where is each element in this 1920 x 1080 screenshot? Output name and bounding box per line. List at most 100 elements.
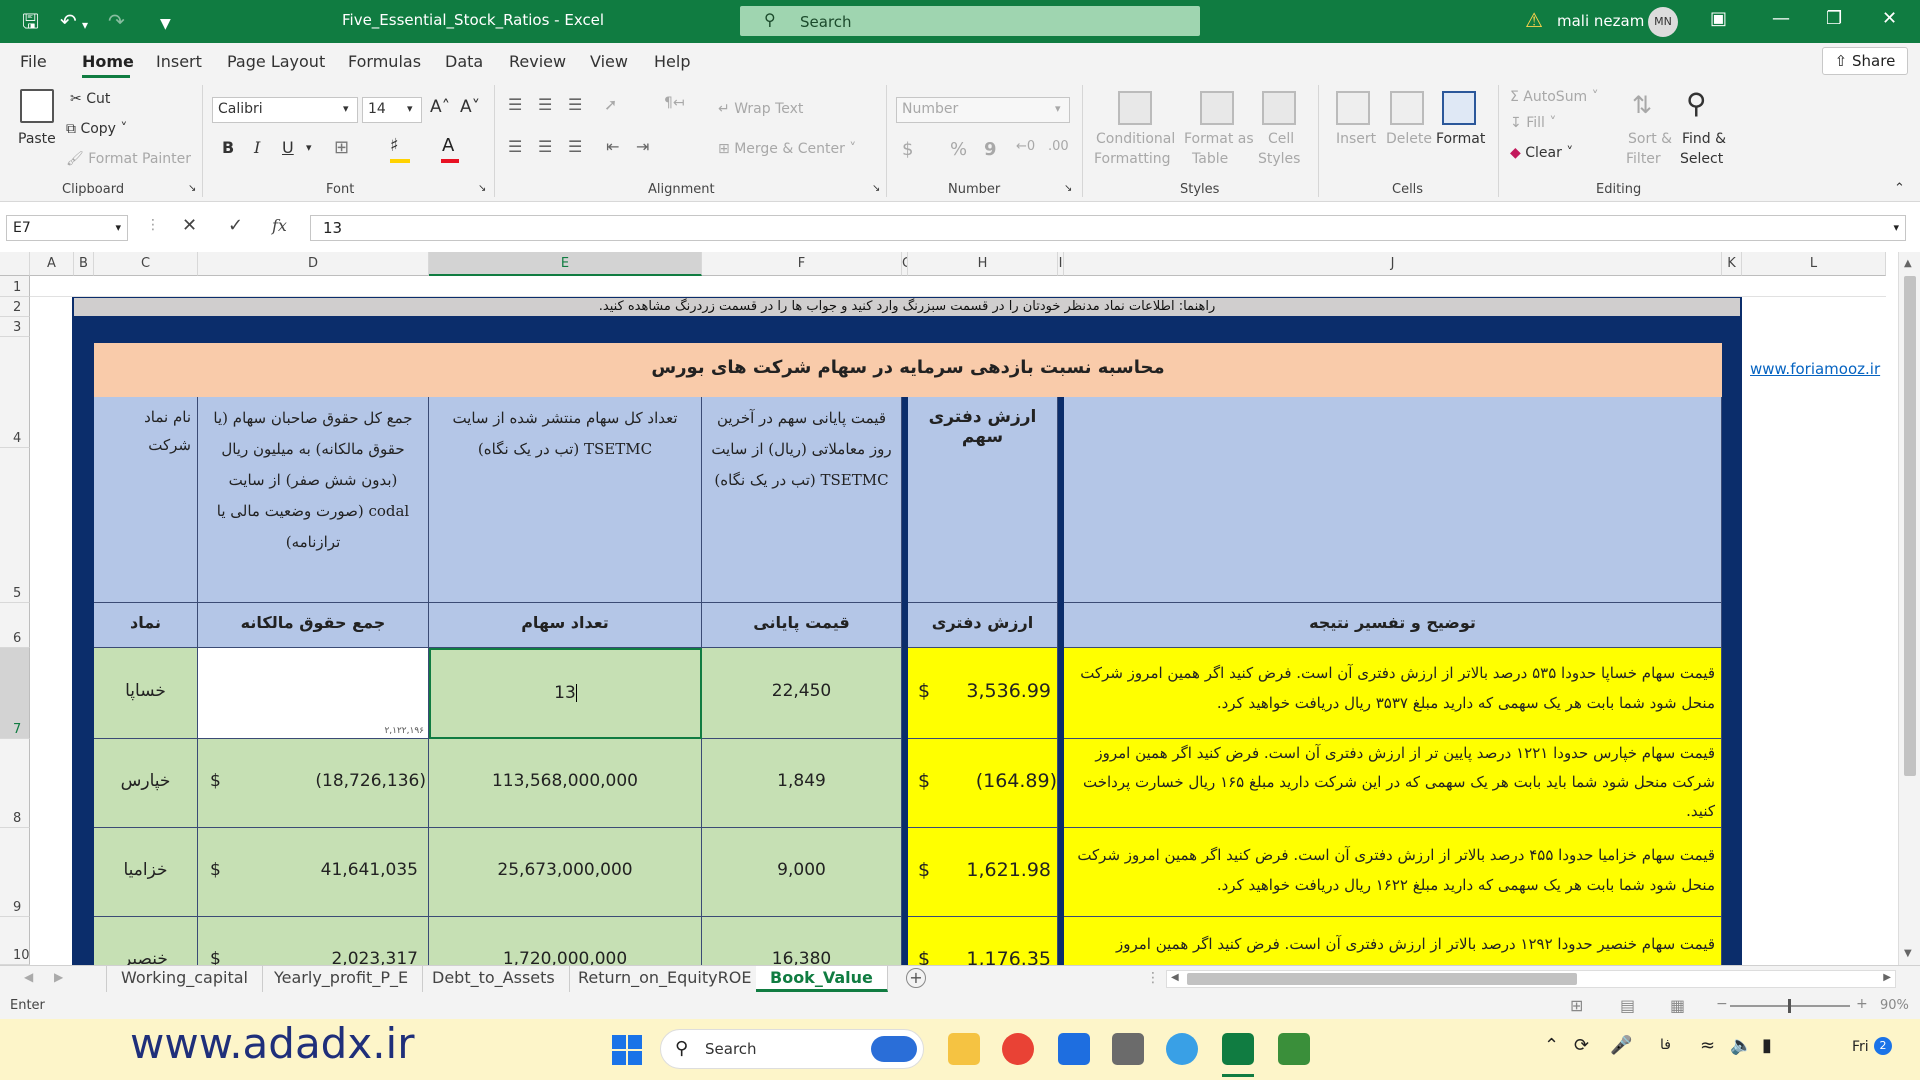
cell-explanation[interactable]: قیمت سهام خساپا حدودا ۵۳۵ درصد بالاتر از… — [1064, 648, 1722, 739]
desc-cell-f[interactable]: قیمت پایانی سهم در آخرین روز معاملاتی (ر… — [702, 397, 902, 603]
tab-formulas[interactable]: Formulas — [348, 52, 421, 71]
align-top-icon[interactable]: ☰ — [508, 95, 522, 114]
undo-icon[interactable]: ↶ — [60, 10, 77, 32]
column-header-d[interactable]: D — [198, 252, 429, 276]
number-format-select[interactable]: Number ▾ — [896, 97, 1070, 123]
file-explorer-icon[interactable] — [948, 1033, 980, 1065]
font-name-select[interactable]: Calibri ▾ — [212, 97, 358, 123]
language-indicator[interactable]: فا — [1660, 1037, 1671, 1053]
align-bottom-icon[interactable]: ☰ — [568, 95, 582, 114]
chevron-up-icon[interactable]: ⌃ — [1544, 1035, 1559, 1056]
row-header-5[interactable]: 5 — [0, 448, 30, 603]
sheet-tab-working-capital[interactable]: Working_capital — [106, 966, 263, 992]
header-equity[interactable]: جمع حقوق مالکانه — [198, 603, 429, 648]
decrease-decimal-icon[interactable]: .00 — [1048, 139, 1069, 154]
tab-view[interactable]: View — [590, 52, 628, 71]
horizontal-scrollbar[interactable]: ◀ ▶ — [1166, 970, 1896, 988]
calculator-icon[interactable] — [1112, 1033, 1144, 1065]
formula-input[interactable]: 13 ▾ — [310, 215, 1906, 241]
maximize-icon[interactable]: ❐ — [1826, 8, 1842, 29]
search-box[interactable]: ⚲ Search — [740, 6, 1200, 36]
column-header-e[interactable]: E — [429, 252, 702, 276]
vertical-scrollbar[interactable]: ▲ ▼ — [1898, 252, 1920, 965]
column-header-a[interactable]: A — [30, 252, 74, 276]
normal-view-icon[interactable]: ⊞ — [1570, 996, 1583, 1015]
insert-function-button[interactable]: fx — [272, 216, 287, 235]
minimize-icon[interactable]: — — [1772, 8, 1790, 29]
column-header-c[interactable]: C — [94, 252, 198, 276]
align-left-icon[interactable]: ☰ — [508, 137, 522, 156]
cell-symbol[interactable]: خساپا — [94, 648, 198, 739]
scroll-thumb[interactable] — [1187, 973, 1577, 985]
prev-sheet-icon[interactable]: ◀ — [24, 970, 33, 984]
tab-insert[interactable]: Insert — [156, 52, 202, 71]
fill-color-icon[interactable]: ♯ — [390, 135, 399, 156]
cancel-entry-icon[interactable]: ✕ — [182, 215, 197, 236]
cell-explanation[interactable]: قیمت سهام خنصیر حدودا ۱۲۹۲ درصد بالاتر ا… — [1064, 917, 1722, 965]
wifi-icon[interactable]: ≈ — [1700, 1035, 1715, 1056]
cell-price[interactable]: 22,450 — [702, 648, 902, 739]
cell-equity[interactable]: $ 2,023,317 — [198, 917, 429, 965]
column-header-k[interactable]: K — [1722, 252, 1742, 276]
warning-icon[interactable]: ⚠ — [1525, 8, 1543, 32]
excel-icon[interactable] — [1222, 1033, 1254, 1065]
format-painter-button[interactable]: 🖌 Format Painter — [66, 151, 191, 167]
cell-book-value[interactable]: $ 1,621.98 — [908, 828, 1058, 917]
tab-review[interactable]: Review — [509, 52, 566, 71]
orientation-icon[interactable]: ➚ — [604, 95, 617, 114]
website-link[interactable]: www.foriamooz.ir — [1750, 360, 1880, 378]
page-break-icon[interactable]: ▦ — [1670, 996, 1685, 1015]
wrap-text-button[interactable]: ↵ Wrap Text — [718, 101, 803, 117]
confirm-entry-icon[interactable]: ✓ — [228, 215, 243, 236]
percent-button[interactable]: % — [950, 139, 967, 160]
cell-shares[interactable]: 25,673,000,000 — [429, 828, 702, 917]
align-right-icon[interactable]: ☰ — [568, 137, 582, 156]
clear-button[interactable]: ◆ Clear ˅ — [1510, 145, 1573, 161]
increase-font-button[interactable]: A˄ — [430, 97, 450, 117]
increase-decimal-icon[interactable]: ←0 — [1016, 139, 1035, 154]
header-book-value[interactable]: ارزش دفتری — [908, 603, 1058, 648]
cell-equity[interactable]: $ 41,641,035 — [198, 828, 429, 917]
desc-cell-c[interactable]: نام نماد شرکت — [94, 397, 198, 603]
tab-page-layout[interactable]: Page Layout — [227, 52, 325, 71]
collapse-ribbon-icon[interactable]: ⌃ — [1894, 181, 1905, 196]
share-button[interactable]: ⇧ Share — [1822, 47, 1908, 75]
cut-button[interactable]: ✂ Cut — [70, 91, 110, 107]
clock-day[interactable]: Fri — [1852, 1039, 1869, 1055]
row-header-1[interactable]: 1 — [0, 276, 30, 297]
cell-shares[interactable]: 113,568,000,000 — [429, 739, 702, 828]
decrease-font-button[interactable]: A˅ — [460, 97, 480, 117]
column-header-f[interactable]: F — [702, 252, 902, 276]
row-header-3[interactable]: 3 — [0, 317, 30, 337]
underline-button[interactable]: U — [282, 138, 294, 157]
page-layout-icon[interactable]: ▤ — [1620, 996, 1635, 1015]
chevron-down-icon[interactable]: ▾ — [306, 141, 312, 154]
cell-equity[interactable]: $ (18,726,136) — [198, 739, 429, 828]
cell-symbol[interactable]: خزامیا — [94, 828, 198, 917]
zoom-in-icon[interactable]: + — [1856, 996, 1868, 1012]
save-icon[interactable]: 🖫 — [22, 10, 39, 32]
currency-button[interactable]: $ — [902, 139, 913, 160]
row-header-6[interactable]: 6 — [0, 603, 30, 648]
align-middle-icon[interactable]: ☰ — [538, 95, 552, 114]
merge-center-button[interactable]: ⊞ Merge & Center ˅ — [718, 141, 856, 157]
decrease-indent-icon[interactable]: ⇤ — [606, 137, 619, 156]
tab-help[interactable]: Help — [654, 52, 690, 71]
tab-data[interactable]: Data — [445, 52, 483, 71]
cell-shares-active[interactable]: 13 — [429, 648, 702, 739]
battery-icon[interactable]: ▮ — [1762, 1035, 1772, 1056]
cell-symbol[interactable]: خپارس — [94, 739, 198, 828]
column-header-b[interactable]: B — [74, 252, 94, 276]
number-launcher-icon[interactable]: ↘ — [1064, 183, 1072, 194]
scroll-thumb[interactable] — [1904, 276, 1916, 776]
row-header-8[interactable]: 8 — [0, 739, 30, 828]
redo-icon[interactable]: ↷ — [108, 10, 125, 32]
close-icon[interactable]: ✕ — [1882, 8, 1897, 29]
desc-cell-e[interactable]: تعداد کل سهام منتشر شده از سایت TSETMC (… — [429, 397, 702, 603]
select-all-corner[interactable] — [0, 252, 30, 276]
next-sheet-icon[interactable]: ▶ — [54, 970, 63, 984]
sheet-tab-yearly-profit[interactable]: Yearly_profit_P_E — [260, 966, 424, 992]
chrome-icon[interactable] — [1002, 1033, 1034, 1065]
add-sheet-icon[interactable]: + — [906, 968, 926, 988]
increase-indent-icon[interactable]: ⇥ — [636, 137, 649, 156]
